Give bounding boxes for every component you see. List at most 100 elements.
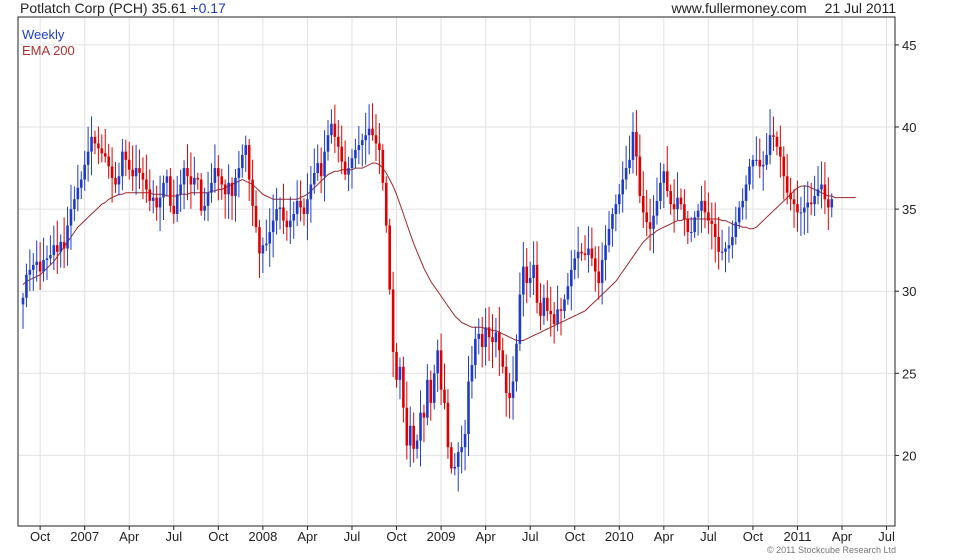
candle-up	[398, 366, 402, 380]
candle-down	[525, 266, 529, 283]
candle-up	[227, 182, 230, 195]
candle-down	[665, 171, 669, 192]
candle-up	[652, 215, 655, 229]
candle-up	[600, 260, 604, 283]
candle-down	[539, 302, 542, 316]
candle-down	[823, 184, 827, 200]
candle-up	[556, 309, 559, 325]
candle-down	[580, 251, 583, 254]
candle-up	[86, 151, 90, 165]
candle-up	[312, 172, 316, 185]
candle-down	[713, 223, 717, 238]
candle-down	[535, 264, 539, 303]
candle-up	[676, 197, 679, 210]
x-tick-label: 2007	[70, 529, 99, 544]
candle-up	[210, 182, 213, 193]
x-tick-label: 2009	[427, 529, 456, 544]
candle-down	[285, 220, 289, 228]
candle-up	[45, 258, 49, 261]
candle-down	[299, 200, 302, 208]
x-tick-label: Jul	[165, 529, 182, 544]
candle-up	[306, 199, 309, 215]
candle-up	[731, 237, 734, 246]
candle-up	[350, 158, 354, 169]
candle-down	[381, 149, 385, 183]
candle-up	[494, 332, 498, 343]
candle-down	[549, 310, 553, 315]
candle-down	[792, 199, 796, 205]
candle-up	[456, 452, 460, 467]
candle-up	[241, 154, 244, 169]
candle-up	[28, 269, 32, 275]
price-chart: 20 25 30 35 40 45 Oct 2007 Apr Jul Oct 2008 Apr Jul Oc…	[17, 16, 916, 544]
candle-down	[827, 199, 830, 208]
candle-up	[563, 299, 566, 311]
candle-down	[593, 258, 597, 272]
candle-down	[93, 136, 97, 144]
candle-up	[727, 245, 731, 249]
ema-line	[22, 162, 856, 341]
candle-up	[42, 260, 45, 272]
candle-up	[275, 209, 278, 221]
candle-down	[796, 204, 799, 213]
candle-up	[117, 176, 121, 185]
candle-up	[467, 381, 470, 435]
candle-down	[422, 412, 426, 418]
candle-up	[326, 135, 330, 152]
candle-down	[446, 402, 450, 448]
candle-up	[90, 136, 93, 152]
plot-frame	[17, 16, 896, 527]
candle-down	[641, 195, 645, 213]
candle-up	[528, 278, 532, 283]
candle-down	[220, 176, 224, 185]
candle-down	[546, 297, 549, 311]
candle-down	[103, 153, 107, 157]
candle-up	[628, 159, 631, 169]
candle-up	[79, 179, 83, 188]
candle-up	[720, 251, 724, 253]
candle-down	[679, 197, 683, 205]
candle-down	[217, 168, 220, 177]
candle-up	[21, 297, 25, 305]
candle-down	[597, 271, 601, 283]
candle-up	[542, 297, 546, 316]
candle-up	[566, 286, 570, 300]
candle-up	[463, 434, 467, 448]
candle-up	[453, 466, 457, 469]
candle-down	[645, 212, 648, 223]
candle-down	[583, 253, 587, 256]
candle-down	[703, 200, 707, 213]
x-tick-label: Apr	[476, 529, 497, 544]
candle-up	[522, 266, 525, 295]
y-tick-label: 45	[902, 38, 916, 53]
candle-up	[830, 199, 834, 208]
candle-down	[378, 143, 381, 150]
y-tick-label: 35	[902, 202, 916, 217]
candle-down	[758, 159, 762, 167]
candles	[21, 103, 834, 492]
legend-weekly: Weekly	[22, 27, 65, 42]
candle-down	[258, 227, 261, 254]
candle-down	[590, 248, 594, 259]
candle-down	[782, 156, 786, 177]
candle-down	[775, 136, 779, 147]
candle-down	[107, 156, 110, 167]
candle-down	[710, 220, 714, 224]
candle-up	[741, 200, 744, 208]
legend-ema: EMA 200	[22, 43, 75, 58]
candle-up	[436, 350, 439, 374]
candle-up	[295, 200, 299, 215]
candle-up	[175, 194, 179, 215]
candle-down	[55, 245, 59, 252]
x-tick-label: Jul	[878, 529, 895, 544]
candle-up	[83, 164, 86, 180]
candle-up	[31, 264, 35, 270]
candle-up	[35, 261, 39, 265]
candle-down	[138, 168, 141, 173]
x-tick-label: 2008	[248, 529, 277, 544]
x-tick-label: Apr	[119, 529, 140, 544]
candle-up	[604, 245, 607, 261]
candle-down	[785, 176, 789, 193]
candle-up	[761, 164, 765, 167]
candle-up	[134, 168, 138, 177]
